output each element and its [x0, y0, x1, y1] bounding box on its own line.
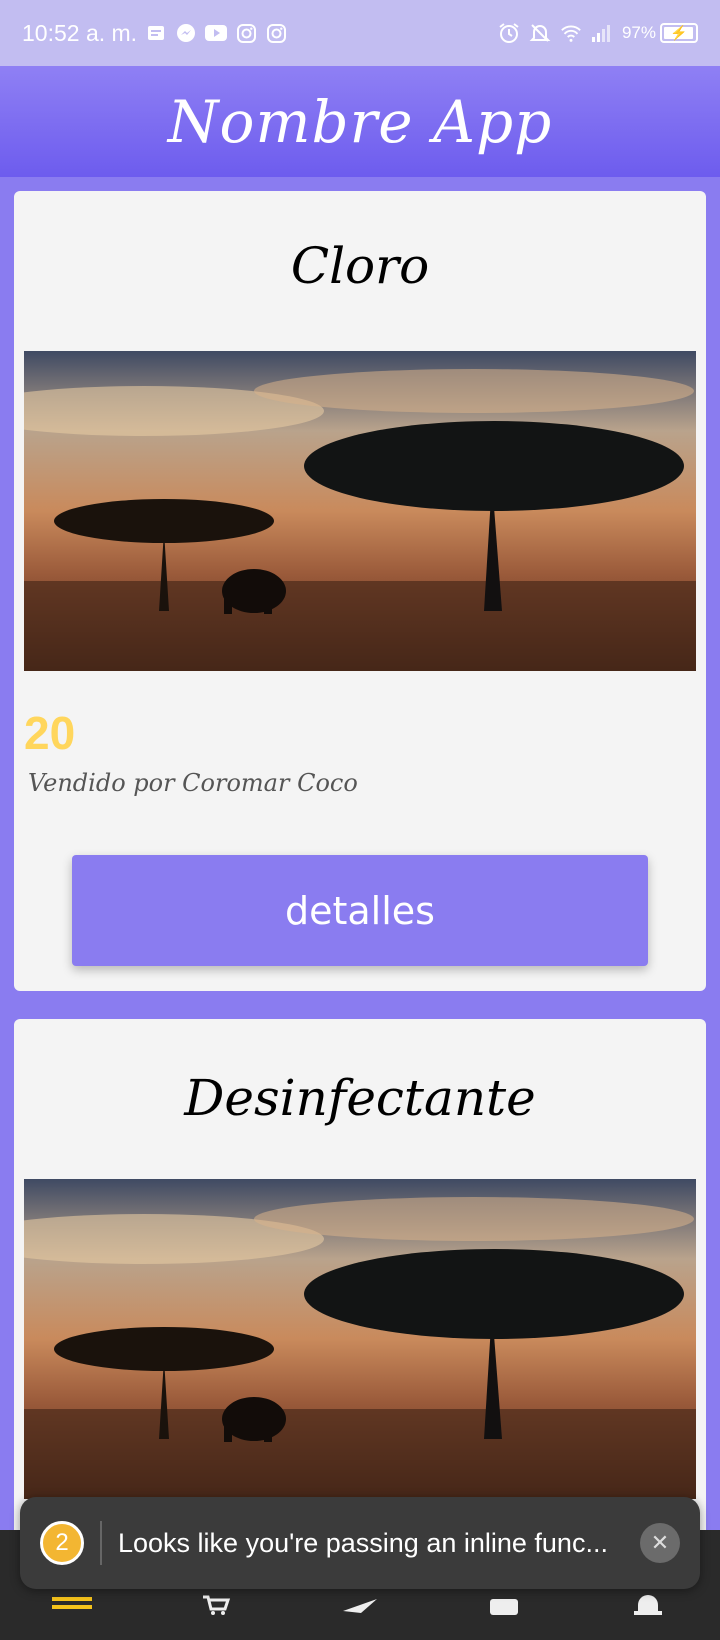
nav-cart-icon[interactable]: [186, 1585, 246, 1625]
battery-percent: 97%: [621, 23, 656, 42]
close-icon[interactable]: ✕: [640, 1523, 680, 1563]
status-time: 10:52 a. m.: [22, 19, 138, 46]
app-bar: Nombre App: [0, 66, 720, 177]
wifi-icon: [560, 22, 582, 44]
nav-list-icon[interactable]: [42, 1585, 102, 1625]
alarm-icon: [498, 22, 520, 44]
messenger-icon: [175, 22, 197, 44]
toast-count-badge: 2: [40, 1521, 84, 1565]
nav-card-icon[interactable]: [474, 1585, 534, 1625]
product-card: Cloro 20 Vendido por Coromar Coco detall…: [14, 191, 706, 991]
app-title: Nombre App: [167, 87, 553, 156]
details-button[interactable]: detalles: [72, 855, 648, 966]
charging-bolt-icon: ⚡: [670, 24, 688, 41]
toast-message: Looks like you're passing an inline func…: [118, 1527, 608, 1558]
silent-icon: [529, 22, 551, 44]
nav-airplane-icon[interactable]: [330, 1585, 390, 1625]
product-seller: Vendido por Coromar Coco: [28, 769, 358, 797]
product-image: [24, 1179, 696, 1499]
toast-divider: [100, 1521, 102, 1565]
product-title: Desinfectante: [184, 1069, 536, 1127]
product-title: Cloro: [290, 237, 430, 295]
product-price: 20: [24, 707, 76, 759]
nav-bell-icon[interactable]: [618, 1585, 678, 1625]
status-left: 10:52 a. m.: [22, 20, 287, 47]
battery-indicator: 97% ⚡: [622, 23, 698, 43]
warning-toast[interactable]: 2 Looks like you're passing an inline fu…: [20, 1497, 700, 1589]
youtube-icon: [205, 22, 228, 44]
instagram-icon: [235, 22, 257, 44]
notes-icon: [145, 22, 167, 44]
instagram-icon: [265, 22, 287, 44]
status-right: 97% ⚡: [498, 22, 698, 44]
battery-icon: ⚡: [660, 23, 698, 43]
signal-icon: [591, 22, 613, 44]
product-image: [24, 351, 696, 671]
status-bar: 10:52 a. m. 97% ⚡: [0, 0, 720, 66]
